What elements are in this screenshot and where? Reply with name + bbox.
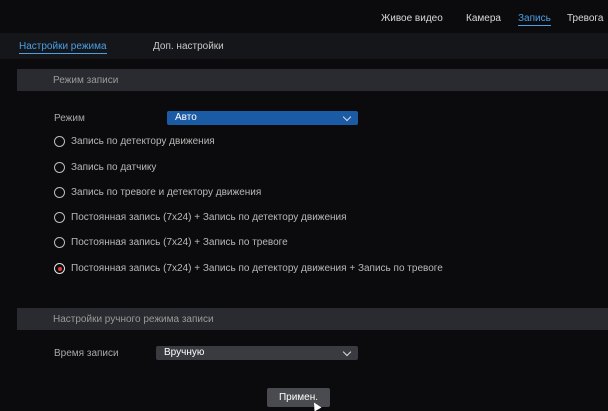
record-option-label: Постоянная запись (7x24) + Запись по дет… — [71, 263, 443, 274]
nav-live-video[interactable]: Живое видео — [381, 13, 443, 24]
manual-mode-header-text: Настройки ручного режима записи — [53, 314, 214, 325]
record-option-label: Запись по детектору движения — [71, 136, 215, 147]
radio-button[interactable] — [54, 237, 65, 248]
sub-navigation: Настройки режима Доп. настройки — [0, 33, 608, 59]
tab-mode-settings[interactable]: Настройки режима — [19, 41, 107, 54]
record-time-label: Время записи — [54, 348, 119, 359]
radio-button[interactable] — [54, 136, 65, 147]
record-mode-header-text: Режим записи — [53, 75, 119, 86]
apply-button[interactable]: Примен. — [267, 388, 330, 407]
record-mode-header: Режим записи — [17, 69, 608, 91]
top-navigation: Живое видео Камера Запись Тревога — [0, 0, 608, 33]
nav-alarm[interactable]: Тревога — [567, 13, 603, 24]
mode-label: Режим — [54, 113, 85, 124]
radio-button[interactable] — [54, 162, 65, 173]
tab-advanced-settings[interactable]: Доп. настройки — [153, 41, 224, 52]
chevron-down-icon — [342, 347, 352, 357]
radio-button[interactable] — [54, 187, 65, 198]
record-time-value: Вручную — [164, 347, 205, 358]
mode-select-value: Авто — [175, 112, 197, 123]
record-option-label: Запись по тревоге и детектору движения — [71, 187, 262, 198]
nav-record[interactable]: Запись — [518, 13, 551, 26]
radio-button-selected[interactable] — [54, 263, 65, 274]
radio-button[interactable] — [54, 212, 65, 223]
chevron-down-icon — [342, 112, 352, 122]
record-option-label: Постоянная запись (7x24) + Запись по тре… — [71, 237, 288, 248]
record-option-label: Постоянная запись (7x24) + Запись по дет… — [71, 212, 347, 223]
mode-select[interactable]: Авто — [167, 111, 358, 125]
record-time-select[interactable]: Вручную — [156, 346, 358, 360]
manual-mode-header: Настройки ручного режима записи — [17, 308, 608, 330]
nav-camera[interactable]: Камера — [466, 13, 501, 24]
record-option-label: Запись по датчику — [71, 162, 157, 173]
